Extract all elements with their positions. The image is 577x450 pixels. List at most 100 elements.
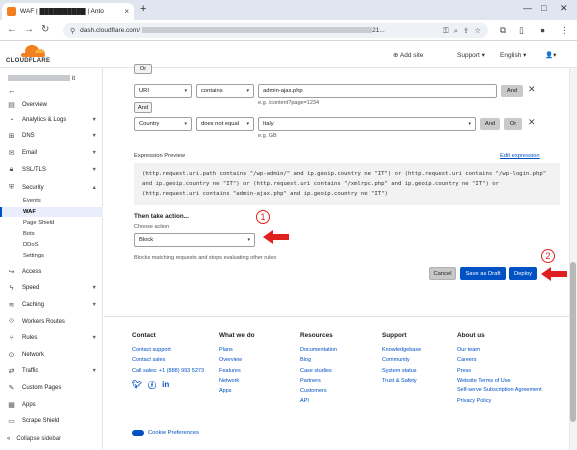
footer-link[interactable]: Careers bbox=[457, 355, 552, 365]
browser-tab[interactable]: WAF | ██████████ | Anto × bbox=[2, 3, 134, 20]
footer-link[interactable]: Community bbox=[382, 355, 421, 365]
deploy-button[interactable]: Deploy bbox=[509, 267, 537, 280]
scrollbar-thumb[interactable] bbox=[570, 262, 576, 422]
edit-expression-link[interactable]: Edit expression bbox=[500, 153, 540, 159]
twitter-icon[interactable]: 🐦︎ bbox=[132, 380, 142, 391]
close-window-icon[interactable]: ✕ bbox=[560, 3, 568, 14]
account-name[interactable]: it bbox=[8, 75, 96, 82]
footer-link[interactable]: Trust & Safety bbox=[382, 376, 421, 386]
value-select[interactable]: Italy ▾ bbox=[258, 117, 476, 131]
sidebar-item-apps[interactable]: ▦ Apps bbox=[0, 399, 103, 411]
sidebar-item-speed[interactable]: ϟ Speed ▼ bbox=[0, 282, 103, 294]
sidebar-item-access[interactable]: ↪ Access bbox=[0, 266, 103, 278]
footer-link[interactable]: Contact sales bbox=[132, 355, 204, 365]
zoom-icon[interactable]: ⌕ bbox=[454, 26, 458, 36]
extensions-icon[interactable]: ⧉ bbox=[500, 25, 506, 36]
sidebar-item-caching[interactable]: ≋ Caching ▼ bbox=[0, 299, 103, 311]
sidebar-item-network[interactable]: ⊙ Network bbox=[0, 349, 103, 361]
footer-link[interactable]: Blog bbox=[300, 355, 337, 365]
footer-link[interactable]: System status bbox=[382, 366, 421, 376]
back-arrow-icon[interactable]: ← bbox=[8, 86, 16, 95]
operator-select[interactable]: does not equal ▾ bbox=[196, 117, 254, 131]
footer-link[interactable]: Our team bbox=[457, 345, 552, 355]
footer-link[interactable]: Contact support bbox=[132, 345, 204, 355]
sidebar-subitem-ddos[interactable]: DDoS bbox=[23, 242, 38, 248]
value-input[interactable]: admin-ajax.php bbox=[258, 84, 497, 98]
language-dropdown[interactable]: English ▾ bbox=[500, 51, 526, 59]
lightning-icon: ϟ bbox=[9, 284, 14, 292]
operator-select[interactable]: contains ▾ bbox=[196, 84, 254, 98]
facebook-icon[interactable]: ⓕ bbox=[148, 380, 156, 391]
browser-menu-icon[interactable]: ⋮ bbox=[560, 25, 569, 36]
or-button[interactable]: Or bbox=[504, 118, 522, 130]
field-select[interactable]: Country ▾ bbox=[134, 117, 192, 131]
footer-link[interactable]: API bbox=[300, 396, 337, 406]
footer-link[interactable]: Privacy Policy bbox=[457, 396, 552, 406]
sidebar-item-overview[interactable]: ▤ Overview bbox=[0, 99, 103, 111]
footer-link[interactable]: Press bbox=[457, 366, 552, 376]
user-menu[interactable]: 👤▾ bbox=[545, 51, 556, 59]
action-select[interactable]: Block ▾ bbox=[134, 233, 255, 247]
or-button[interactable]: Or bbox=[134, 64, 152, 74]
footer-link[interactable]: Customers bbox=[300, 386, 337, 396]
maximize-icon[interactable]: □ bbox=[541, 3, 546, 13]
sidebar-item-workers-routes[interactable]: ⟐ Workers Routes bbox=[0, 316, 103, 328]
remove-row-icon[interactable]: ✕ bbox=[528, 84, 536, 95]
and-button[interactable]: And bbox=[480, 118, 500, 130]
cloudflare-logo[interactable]: CLOUDFLARE bbox=[6, 44, 51, 65]
address-bar[interactable]: ⚲ dash.cloudflare.com/21... ⚿ ⌕ ⇪ ☆ bbox=[63, 23, 488, 38]
star-icon[interactable]: ☆ bbox=[474, 26, 481, 35]
footer-link[interactable]: Self-serve Subscription Agreement bbox=[457, 386, 552, 394]
back-arrow-icon[interactable]: ← bbox=[7, 24, 17, 35]
footer-link[interactable]: Apps bbox=[219, 386, 255, 396]
sidebar-subitem-waf[interactable]: WAF bbox=[23, 209, 36, 215]
sidebar-item-analytics[interactable]: ◔ Analytics & Logs ▼ bbox=[0, 114, 103, 126]
share-icon[interactable]: ⇪ bbox=[463, 26, 469, 35]
site-info-icon[interactable]: ⚲ bbox=[70, 27, 75, 35]
footer-link[interactable]: Partners bbox=[300, 376, 337, 386]
remove-row-icon[interactable]: ✕ bbox=[528, 117, 536, 128]
key-icon[interactable]: ⚿ bbox=[443, 26, 449, 36]
sidebar-subitem-settings[interactable]: Settings bbox=[23, 253, 44, 259]
sidebar-item-traffic[interactable]: ⇄ Traffic ▼ bbox=[0, 365, 103, 377]
sidebar-item-dns[interactable]: ⊞ DNS ▼ bbox=[0, 130, 103, 142]
footer-link[interactable]: Documentation bbox=[300, 345, 337, 355]
footer-link[interactable]: Features bbox=[219, 366, 255, 376]
sidebar-item-security[interactable]: ⛨ Security ▲ bbox=[0, 182, 103, 194]
sidebar-item-custom-pages[interactable]: ✎ Custom Pages bbox=[0, 382, 103, 394]
value-text: admin-ajax.php bbox=[263, 88, 303, 94]
footer-link[interactable]: Knowledgebase bbox=[382, 345, 421, 355]
minimize-icon[interactable]: — bbox=[523, 3, 532, 13]
chevron-down-icon: ▼ bbox=[91, 368, 97, 374]
sidebar-subitem-page-shield[interactable]: Page Shield bbox=[23, 220, 54, 226]
footer-link[interactable]: Network bbox=[219, 376, 255, 386]
reload-icon[interactable]: ↻ bbox=[41, 24, 49, 35]
footer-link[interactable]: Overview bbox=[219, 355, 255, 365]
collapse-sidebar-button[interactable]: « Collapse sidebar bbox=[7, 436, 61, 442]
cancel-button[interactable]: Cancel bbox=[429, 267, 456, 280]
sidebar-subitem-events[interactable]: Events bbox=[23, 198, 41, 204]
sidebar-item-rules[interactable]: ⑂ Rules ▼ bbox=[0, 332, 103, 344]
new-tab-button[interactable]: + bbox=[140, 3, 146, 15]
profile-avatar-icon[interactable]: ● bbox=[540, 25, 545, 35]
and-button[interactable]: And bbox=[501, 85, 523, 97]
support-dropdown[interactable]: Support ▾ bbox=[457, 51, 485, 59]
close-tab-icon[interactable]: × bbox=[124, 7, 129, 16]
sidebar-item-ssl[interactable]: 🔒︎ SSL/TLS ▼ bbox=[0, 164, 103, 176]
cookie-preferences[interactable]: Cookie Preferences bbox=[132, 430, 199, 436]
and-between-button[interactable]: And bbox=[134, 102, 152, 113]
forward-arrow-icon[interactable]: → bbox=[24, 24, 34, 35]
save-as-draft-button[interactable]: Save as Draft bbox=[460, 267, 506, 280]
field-select[interactable]: URI ▾ bbox=[134, 84, 192, 98]
linkedin-icon[interactable]: in bbox=[162, 380, 169, 391]
footer-link[interactable]: Website Terms of Use bbox=[457, 376, 552, 386]
sidebar-subitem-bots[interactable]: Bots bbox=[23, 231, 35, 237]
sidebar-item-email[interactable]: ✉ Email ▼ bbox=[0, 147, 103, 159]
footer-link[interactable]: Plans bbox=[219, 345, 255, 355]
sidebar-item-scrape-shield[interactable]: ▭ Scrape Shield bbox=[0, 415, 103, 427]
url-prefix: dash.cloudflare.com/ bbox=[80, 27, 141, 34]
add-site-button[interactable]: ⊕ Add site bbox=[393, 51, 423, 59]
footer-link[interactable]: Call sales: +1 (888) 993 5273 bbox=[132, 366, 204, 376]
sidepanel-icon[interactable]: ▯ bbox=[519, 25, 524, 36]
footer-link[interactable]: Case studies bbox=[300, 366, 337, 376]
